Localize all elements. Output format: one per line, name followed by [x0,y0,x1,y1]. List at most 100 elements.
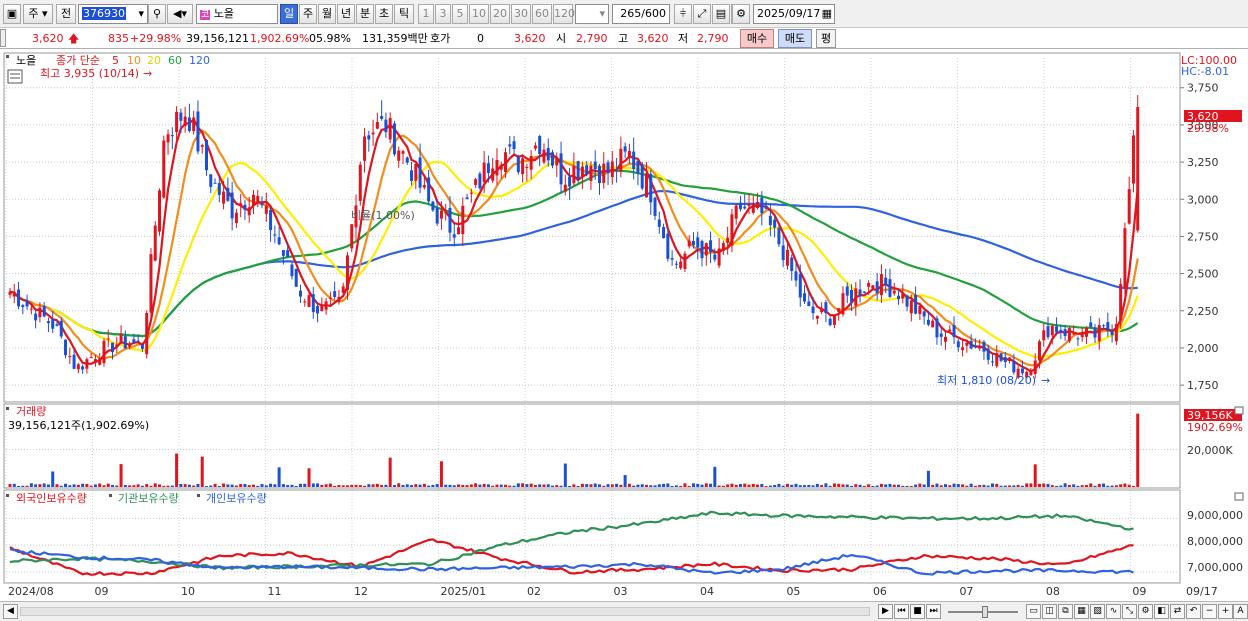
mode-select[interactable]: 주 ▾ [23,4,53,24]
volume-bar [333,485,337,487]
settings-gear-icon[interactable]: ⚙ [1138,604,1153,619]
legend-foreign[interactable]: 외국인보유수량 [16,492,87,505]
scope-button[interactable]: 전 [56,4,76,24]
tab-period-day[interactable]: 일 [280,4,298,24]
candle-body [435,207,439,224]
legend-ma-title[interactable]: 종가 단순 [56,54,100,67]
high-value: 3,620 [637,32,669,45]
candle-body [734,205,738,219]
scroll-first-icon[interactable]: ⏮ [894,604,909,619]
scroll-track[interactable] [20,607,870,616]
volume-bar [512,485,516,487]
link-icon[interactable]: ⇄ [1170,604,1185,619]
window-icon[interactable]: ◧ [1154,604,1169,619]
candle-body [602,163,606,183]
tab-interval-120[interactable]: 120 [553,4,575,24]
tab-period-minute[interactable]: 분 [356,4,374,24]
indicator-icon[interactable]: ∿ [1106,604,1121,619]
candle-body [952,325,956,337]
tab-interval-30[interactable]: 30 [511,4,531,24]
candle-body [632,151,636,169]
tab-period-month[interactable]: 월 [318,4,336,24]
candle-body [969,340,973,349]
sell-button[interactable]: 매도 [778,29,812,48]
calendar-icon[interactable]: ▦ [822,5,832,23]
drawing-tool-icon[interactable]: ⤢ [693,4,711,24]
pane-close-icon[interactable] [1234,492,1244,501]
candle-body [345,255,349,291]
stock-code-input[interactable]: 376930 ▾ [78,4,148,24]
image-icon[interactable]: ▧ [1090,604,1105,619]
candle-body [277,237,281,245]
data-table-icon[interactable] [7,69,23,84]
chevron-down-icon[interactable]: ▾ [138,5,144,23]
tab-period-second[interactable]: 초 [375,4,393,24]
collapse-handle[interactable] [0,29,6,47]
zoom-in-icon[interactable]: + [1218,604,1233,619]
volume-bar [42,483,46,487]
legend-institution[interactable]: 기관보유수량 [118,492,179,505]
date-input[interactable]: 2025/09/17 ▦ [753,4,835,24]
chart-toolbar: ▣ 주 ▾ 전 376930 ▾ ⚲ ◀▾ 코 노을 일 주 월 년 분 초 틱… [0,0,1248,28]
tab-interval-5[interactable]: 5 [452,4,468,24]
tab-interval-60[interactable]: 60 [532,4,552,24]
tab-interval-3[interactable]: 3 [435,4,451,24]
candle-body [687,240,691,247]
scroll-right-icon[interactable]: ▶ [878,604,893,619]
tab-interval-10[interactable]: 10 [469,4,489,24]
candle-body [738,202,742,210]
settings-gear-icon[interactable]: ⚙ [732,4,750,24]
candle-body [683,253,687,269]
candle-body [1089,322,1093,328]
scroll-stop-icon[interactable]: ■ [910,604,925,619]
volume-bar [909,485,913,487]
pane-close-icon[interactable] [1234,406,1244,415]
candle-body [1084,327,1088,337]
legend-individual[interactable]: 개인보유수량 [206,492,267,505]
custom-interval-select[interactable]: ▾ [575,4,609,24]
scroll-last-icon[interactable]: ⏭ [926,604,941,619]
tab-period-tick[interactable]: 틱 [394,4,414,24]
bar-count-input[interactable]: 265/600 [612,4,670,24]
chevron-down-icon: ▾ [599,7,605,20]
zoom-out-icon[interactable]: − [1202,604,1217,619]
candle-type-icon[interactable]: ⫩ [674,4,692,24]
volume-bar [572,484,576,487]
volume-pct: 1,902.69% [250,32,310,45]
zoom-fit-icon[interactable]: ⤡ [1122,604,1137,619]
legend-stock-tag[interactable]: 노을 [16,54,36,67]
volume-bar [623,475,627,487]
stock-name-field[interactable]: 코 노을 [196,4,278,24]
volume-bar [627,483,631,487]
candle-body [516,156,520,173]
tab-interval-1[interactable]: 1 [418,4,434,24]
volume-bar [153,483,157,487]
volume-title[interactable]: 거래량 [16,405,46,418]
sound-icon[interactable]: ◀▾ [167,4,193,24]
scroll-left-icon[interactable]: ◀ [3,604,18,619]
candle-body [914,294,918,314]
tab-interval-20[interactable]: 20 [490,4,510,24]
tab-period-week[interactable]: 주 [299,4,317,24]
chart-canvas[interactable]: 3,7503,5003,2503,0002,7502,5002,2502,000… [0,50,1248,601]
auto-scale-icon[interactable]: A [1233,604,1248,619]
tab-period-year[interactable]: 년 [337,4,355,24]
volume-bar [448,484,452,487]
volume-bar [461,485,465,487]
back-icon[interactable]: ↶ [1186,604,1201,619]
grid-icon[interactable]: ▦ [1074,604,1089,619]
pattern-icon[interactable]: ▤ [712,4,730,24]
candle-body [204,140,208,171]
copy-icon[interactable]: ⧉ [1058,604,1073,619]
buy-button[interactable]: 매수 [740,29,774,48]
volume-bar [405,484,409,487]
search-icon[interactable]: ⚲ [148,4,166,24]
layout-icon[interactable]: ▭ [1026,604,1041,619]
chart-area[interactable]: 3,750 3,500 3,250 3,000 2,750 2,500 2,250 2,000… [0,50,1248,601]
split-icon[interactable]: ◫ [1042,604,1057,619]
window-menu-icon[interactable]: ▣ [3,4,21,24]
volume-bar [738,484,742,487]
avg-price-button[interactable]: 평 [816,29,836,48]
volume-bar [260,484,264,487]
zoom-slider-thumb[interactable] [982,606,988,618]
